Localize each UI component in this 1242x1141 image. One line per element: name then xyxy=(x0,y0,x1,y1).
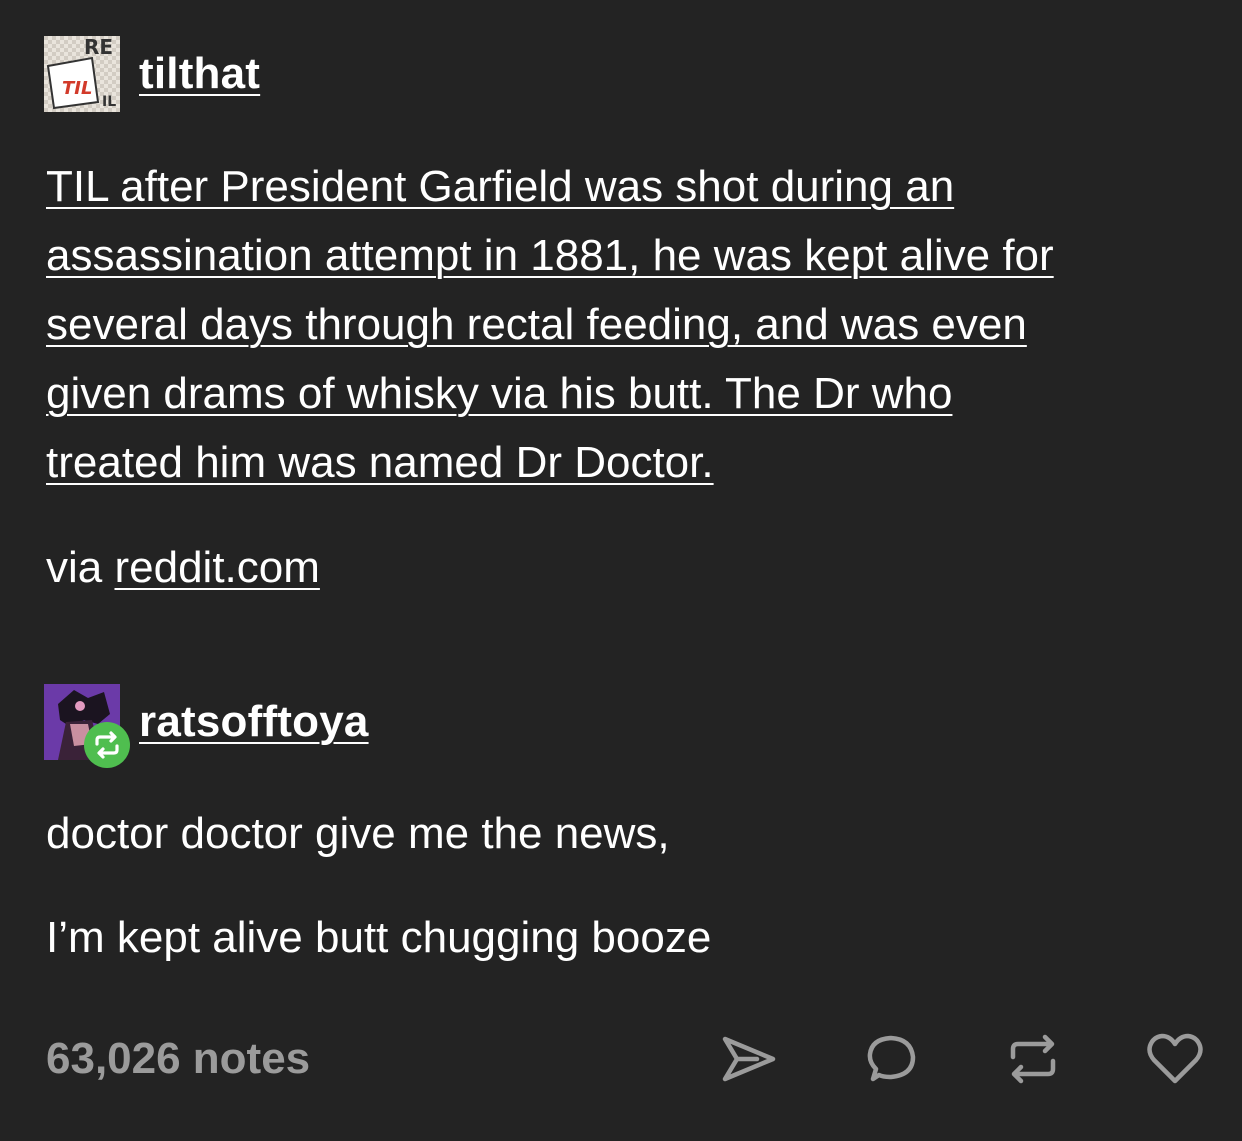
reblog-button[interactable] xyxy=(1002,1028,1064,1090)
reblog-badge-icon xyxy=(95,731,119,759)
til-logo-icon: TIL RE IL xyxy=(44,36,120,112)
til-link-line-2[interactable]: assassination attempt in 1881, he was ke… xyxy=(46,231,1054,280)
reblog-text-line-1: doctor doctor give me the news, xyxy=(46,809,670,858)
post-actions xyxy=(718,1028,1206,1090)
reblog-author-link[interactable]: ratsofftoya xyxy=(139,697,369,747)
reblog-header: ratsofftoya xyxy=(44,684,369,768)
like-icon xyxy=(1147,1033,1203,1084)
post-author-link[interactable]: tilthat xyxy=(139,49,260,99)
til-link-line-1[interactable]: TIL after President Garfield was shot du… xyxy=(46,162,954,211)
reblog-icon xyxy=(1010,1034,1056,1084)
share-button[interactable] xyxy=(718,1028,780,1090)
svg-text:IL: IL xyxy=(102,94,116,110)
post-footer: 63,026 notes xyxy=(46,1026,1206,1092)
share-icon xyxy=(722,1036,776,1082)
til-link-line-5[interactable]: treated him was named Dr Doctor. xyxy=(46,438,714,487)
post-body: TIL after President Garfield was shot du… xyxy=(46,152,1206,497)
post-header-tilthat: TIL RE IL tilthat xyxy=(44,36,260,112)
til-link-line-3[interactable]: several days through rectal feeding, and… xyxy=(46,300,1027,349)
notes-count[interactable]: 63,026 notes xyxy=(46,1034,310,1084)
via-source: via reddit.com xyxy=(46,536,320,600)
til-link-line-4[interactable]: given drams of whisky via his butt. The … xyxy=(46,369,952,418)
tilthat-avatar[interactable]: TIL RE IL xyxy=(44,36,120,112)
like-button[interactable] xyxy=(1144,1028,1206,1090)
via-prefix: via xyxy=(46,543,115,592)
reblog-badge xyxy=(84,722,130,768)
reblog-text-line-2: I’m kept alive butt chugging booze xyxy=(46,913,712,962)
svg-text:TIL: TIL xyxy=(62,78,92,99)
comment-icon xyxy=(867,1035,916,1082)
svg-text:RE: RE xyxy=(84,36,113,59)
ratsofftoya-avatar[interactable] xyxy=(44,684,130,768)
comment-button[interactable] xyxy=(860,1028,922,1090)
source-link[interactable]: reddit.com xyxy=(114,543,319,592)
